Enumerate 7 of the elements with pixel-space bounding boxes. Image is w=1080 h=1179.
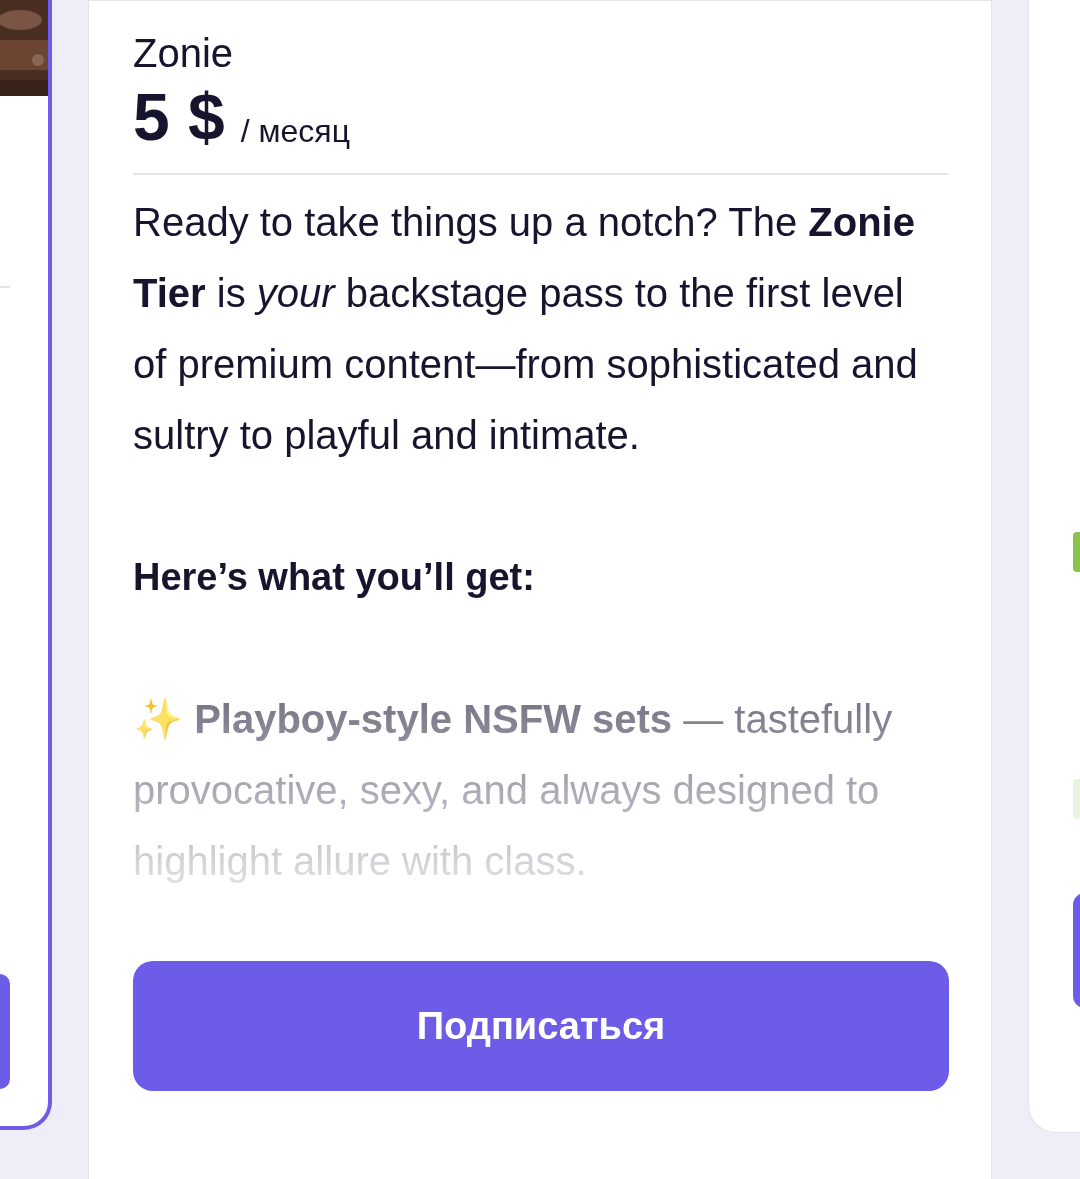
- price: 5 $: [133, 81, 225, 153]
- subscribe-button[interactable]: Подписаться: [133, 961, 949, 1091]
- features-heading: Here’s what you’ll get:: [133, 555, 536, 600]
- price-period: / месяц: [240, 112, 350, 151]
- plan-name: Zonie: [133, 30, 235, 77]
- plan-description: Ready to take things up a notch? The Zonie Tier is your backstage pass to the first level of premium content—from sophisticated and sultry to playful and intimate.: [133, 199, 919, 459]
- subscribe-button[interactable]: [0, 974, 10, 1089]
